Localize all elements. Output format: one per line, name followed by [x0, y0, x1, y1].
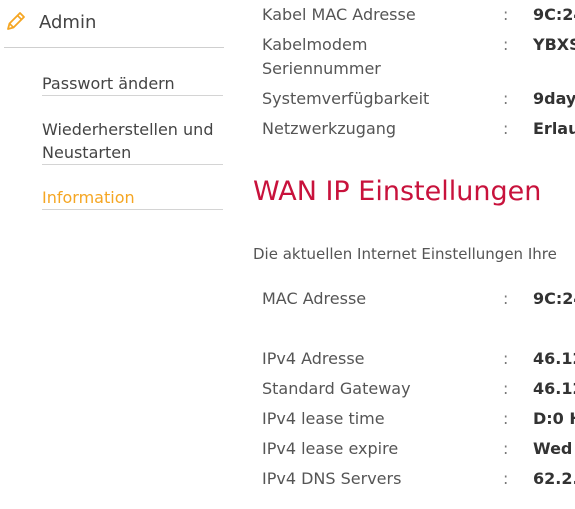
row-label: Kabelmodem Seriennummer [262, 35, 381, 78]
row-separator: : [503, 409, 509, 428]
row-separator: : [503, 35, 509, 54]
row-label: Netzwerkzugang [262, 119, 397, 138]
sidebar-item-wiederherstellen-und-neustarten[interactable]: Wiederherstellen und Neustarten [42, 118, 223, 165]
row-value: D:0 H [533, 409, 575, 428]
sidebar: Admin Passwort ändern Wiederherstellen u… [0, 0, 232, 509]
row-value: 9C:24 [533, 5, 575, 24]
row-value: Erlau [533, 119, 575, 138]
row-value: 62.2.2 [533, 469, 575, 488]
row-separator: : [503, 349, 509, 368]
main-content: Kabel MAC Adresse : 9C:24 Kabelmodem Ser… [232, 0, 575, 509]
row-value: 9C:24 [533, 289, 575, 308]
sidebar-item-passwort-aendern[interactable]: Passwort ändern [42, 72, 223, 96]
row-label: Standard Gateway [262, 379, 411, 398]
row-separator: : [503, 469, 509, 488]
row-label: MAC Adresse [262, 289, 367, 308]
row-value: 46.12 [533, 379, 575, 398]
sidebar-title: Admin [39, 12, 97, 33]
sidebar-item-information[interactable]: Information [42, 186, 223, 210]
pencil-icon [4, 9, 28, 33]
row-separator: : [503, 379, 509, 398]
row-label: IPv4 lease time [262, 409, 385, 428]
sidebar-header: Admin [4, 6, 224, 48]
row-value: 46.12 [533, 349, 575, 368]
row-label: IPv4 DNS Servers [262, 469, 402, 488]
row-separator: : [503, 119, 509, 138]
row-label: IPv4 Adresse [262, 349, 365, 368]
row-separator: : [503, 439, 509, 458]
row-separator: : [503, 5, 509, 24]
wan-intro-text: Die aktuellen Internet Einstellungen Ihr… [253, 245, 557, 263]
row-label: Kabel MAC Adresse [262, 5, 416, 24]
row-separator: : [503, 89, 509, 108]
row-label: Systemverfügbarkeit [262, 89, 430, 108]
row-value: Wed [533, 439, 573, 458]
row-value: 9day( [533, 89, 575, 108]
row-label: IPv4 lease expire [262, 439, 399, 458]
row-value: YBXS [533, 35, 575, 54]
row-separator: : [503, 289, 509, 308]
wan-section-title: WAN IP Einstellungen [253, 176, 542, 207]
